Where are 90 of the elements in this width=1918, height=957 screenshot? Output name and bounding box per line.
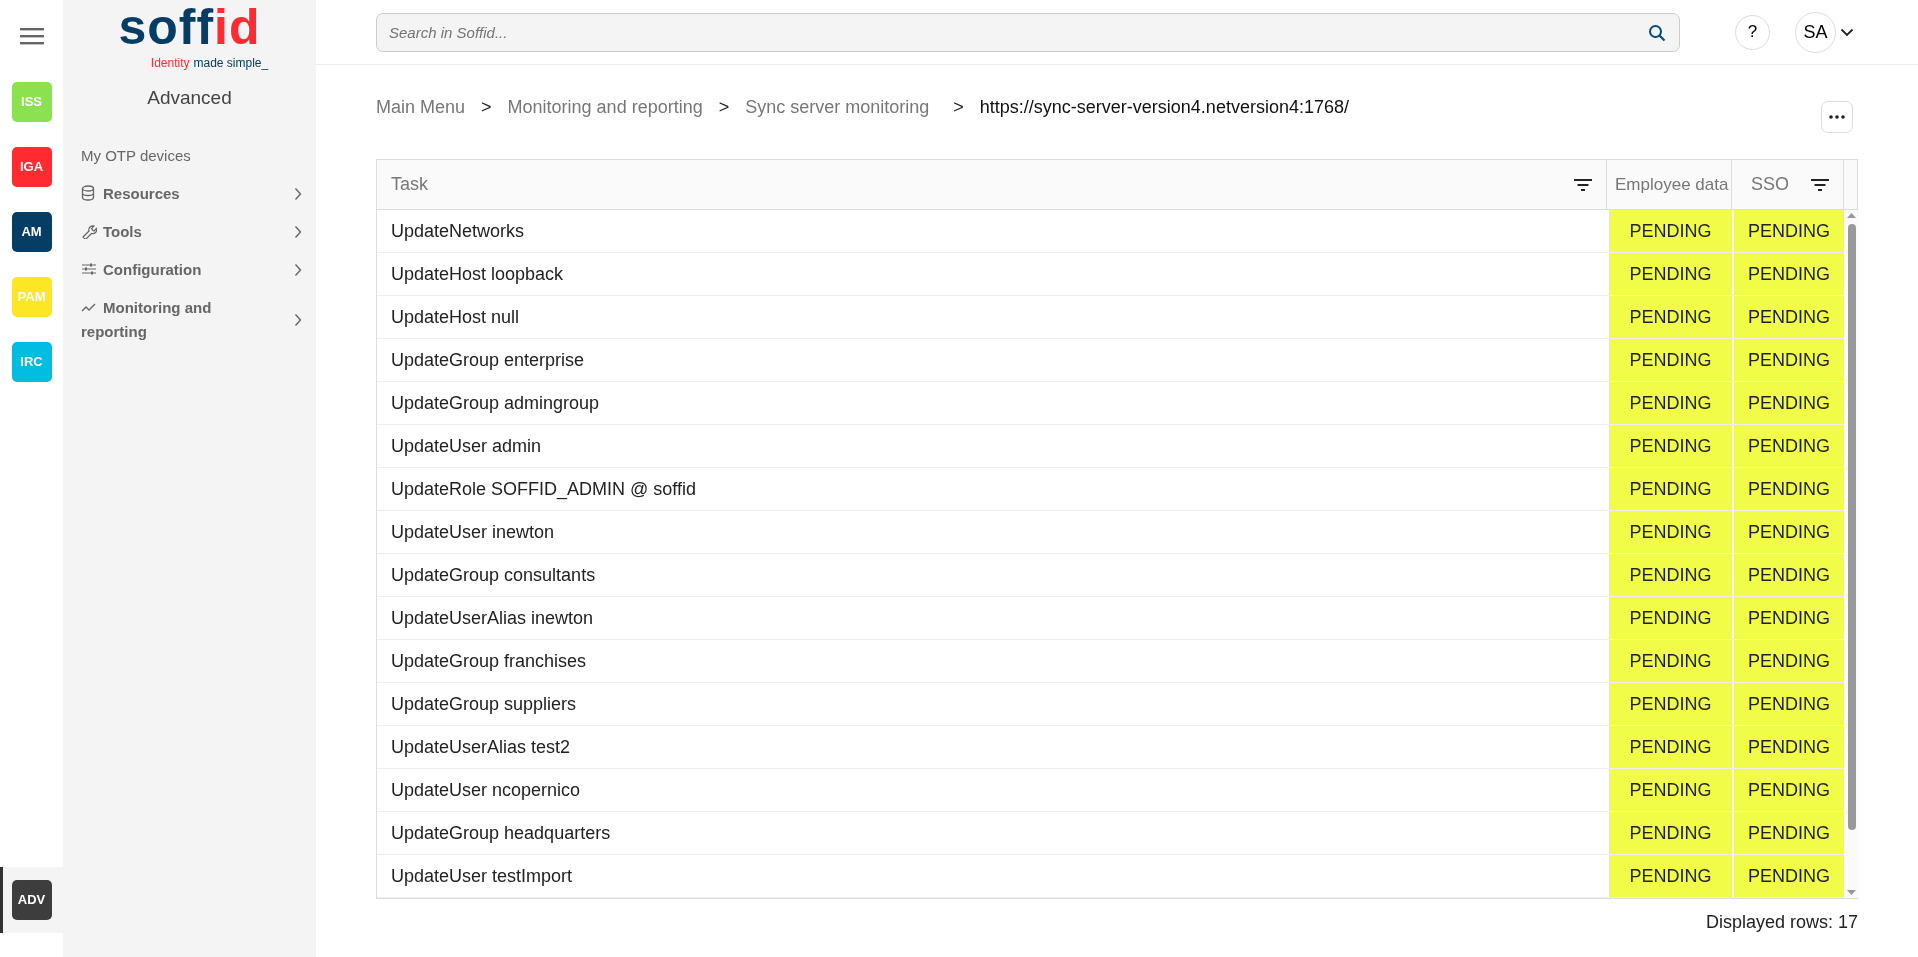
status-cell: PENDING — [1732, 468, 1844, 510]
sidebar-item[interactable]: My OTP devices — [81, 136, 308, 175]
breadcrumb-separator: > — [953, 96, 964, 119]
breadcrumb-link[interactable]: Main Menu — [376, 94, 466, 121]
user-avatar-button[interactable]: SA — [1795, 11, 1836, 53]
status-cell: PENDING — [1732, 683, 1844, 725]
status-cell: PENDING — [1732, 296, 1844, 338]
search-field[interactable]: Search in Soffid... — [376, 12, 1680, 52]
status-cell: PENDING — [1732, 339, 1844, 381]
status-cell: PENDING — [1607, 253, 1732, 295]
status-cell: PENDING — [1607, 640, 1732, 682]
logo-text: soff — [118, 2, 215, 52]
table-cell-text: UpdateUser testImport — [390, 864, 574, 888]
status-cell: PENDING — [1607, 425, 1732, 467]
help-button[interactable]: ? — [1735, 14, 1770, 50]
status-cell: PENDING — [1607, 382, 1732, 424]
logo-text: id — [214, 2, 261, 52]
status-cell: PENDING — [1732, 425, 1844, 467]
table-cell-text: UpdateGroup admingroup — [390, 391, 601, 415]
breadcrumb-separator: > — [481, 96, 492, 119]
column-header[interactable]: SSO — [1746, 171, 1811, 198]
table-cell-text: UpdateGroup headquarters — [390, 821, 612, 845]
wrench-icon — [81, 222, 97, 239]
status-cell: PENDING — [1607, 468, 1732, 510]
status-cell: PENDING — [1607, 554, 1732, 596]
table-cell-text: UpdateGroup franchises — [390, 649, 588, 673]
status-cell: PENDING — [1732, 640, 1844, 682]
breadcrumb-link[interactable]: Sync server monitoring — [745, 94, 930, 121]
app-tile[interactable]: ADV — [11, 880, 52, 920]
breadcrumb-current: https://sync-server-version4.netversion4:1768/ — [979, 96, 1349, 119]
breadcrumb-link[interactable]: Monitoring and reporting — [507, 94, 703, 121]
sidebar-title: Advanced — [146, 86, 233, 111]
sidebar-item[interactable]: Resources — [81, 174, 308, 213]
scroll-up-arrow-icon — [1847, 213, 1856, 218]
more-icon — [1829, 115, 1845, 119]
table-cell-text: UpdateUser inewton — [390, 520, 556, 544]
breadcrumb-separator: > — [718, 96, 730, 119]
status-cell: PENDING — [1607, 339, 1732, 381]
chevron-right-icon — [294, 186, 302, 201]
status-cell: PENDING — [1607, 769, 1732, 811]
status-cell: PENDING — [1732, 769, 1844, 811]
database-icon — [81, 184, 97, 201]
status-cell: PENDING — [1732, 597, 1844, 639]
chevron-right-icon — [294, 312, 302, 327]
status-cell: PENDING — [1607, 210, 1732, 252]
status-cell: PENDING — [1732, 511, 1844, 553]
status-cell: PENDING — [1732, 210, 1844, 252]
status-cell: PENDING — [1732, 812, 1844, 854]
table-cell-text: UpdateUserAlias test2 — [390, 735, 572, 759]
scroll-down-arrow-icon — [1847, 890, 1856, 895]
table-cell-text: UpdateNetworks — [390, 219, 526, 243]
row-count: Displayed rows: 17 — [1704, 911, 1858, 934]
status-cell: PENDING — [1607, 511, 1732, 553]
sidebar-item[interactable]: Tools — [81, 212, 308, 251]
sidebar-item[interactable]: Monitoring and reporting — [81, 288, 308, 351]
table-cell-text: UpdateGroup enterprise — [390, 348, 586, 372]
table-cell-text: UpdateHost null — [390, 305, 521, 329]
chevron-down-icon — [1840, 27, 1854, 37]
table-cell-text: UpdateUser admin — [390, 434, 543, 458]
status-cell: PENDING — [1732, 382, 1844, 424]
logo-tagline: made simple_ — [193, 56, 269, 71]
status-cell: PENDING — [1607, 855, 1732, 897]
status-cell: PENDING — [1607, 726, 1732, 768]
status-cell: PENDING — [1607, 597, 1732, 639]
status-cell: PENDING — [1607, 296, 1732, 338]
status-cell: PENDING — [1732, 554, 1844, 596]
chevron-right-icon — [294, 262, 302, 277]
status-cell: PENDING — [1732, 726, 1844, 768]
sidebar-item[interactable]: Configuration — [81, 250, 308, 289]
column-header[interactable]: Task — [391, 171, 1574, 198]
logo-tagline: Identity — [150, 56, 190, 71]
more-options-button[interactable] — [1821, 101, 1853, 133]
app-tile[interactable]: AM — [11, 212, 52, 252]
status-cell: PENDING — [1732, 253, 1844, 295]
table-cell-text: UpdateGroup consultants — [390, 563, 597, 587]
menu-button[interactable] — [19, 27, 44, 45]
search-icon — [1648, 23, 1666, 42]
scrollbar[interactable] — [1844, 210, 1859, 898]
table-cell-text: UpdateUser ncopernico — [390, 778, 582, 802]
status-cell: PENDING — [1732, 855, 1844, 897]
table-cell-text: UpdateHost loopback — [390, 262, 565, 286]
status-cell: PENDING — [1607, 683, 1732, 725]
app-tile[interactable]: IGA — [11, 147, 52, 187]
table-cell-text: UpdateGroup suppliers — [390, 692, 578, 716]
column-header[interactable]: Employee data — [1615, 171, 1729, 198]
status-cell: PENDING — [1607, 812, 1732, 854]
table-cell-text: UpdateRole SOFFID_ADMIN @ soffid — [390, 477, 698, 502]
chevron-right-icon — [294, 224, 302, 239]
table-cell-text: UpdateUserAlias inewton — [390, 606, 595, 630]
menu-icon — [19, 27, 44, 45]
